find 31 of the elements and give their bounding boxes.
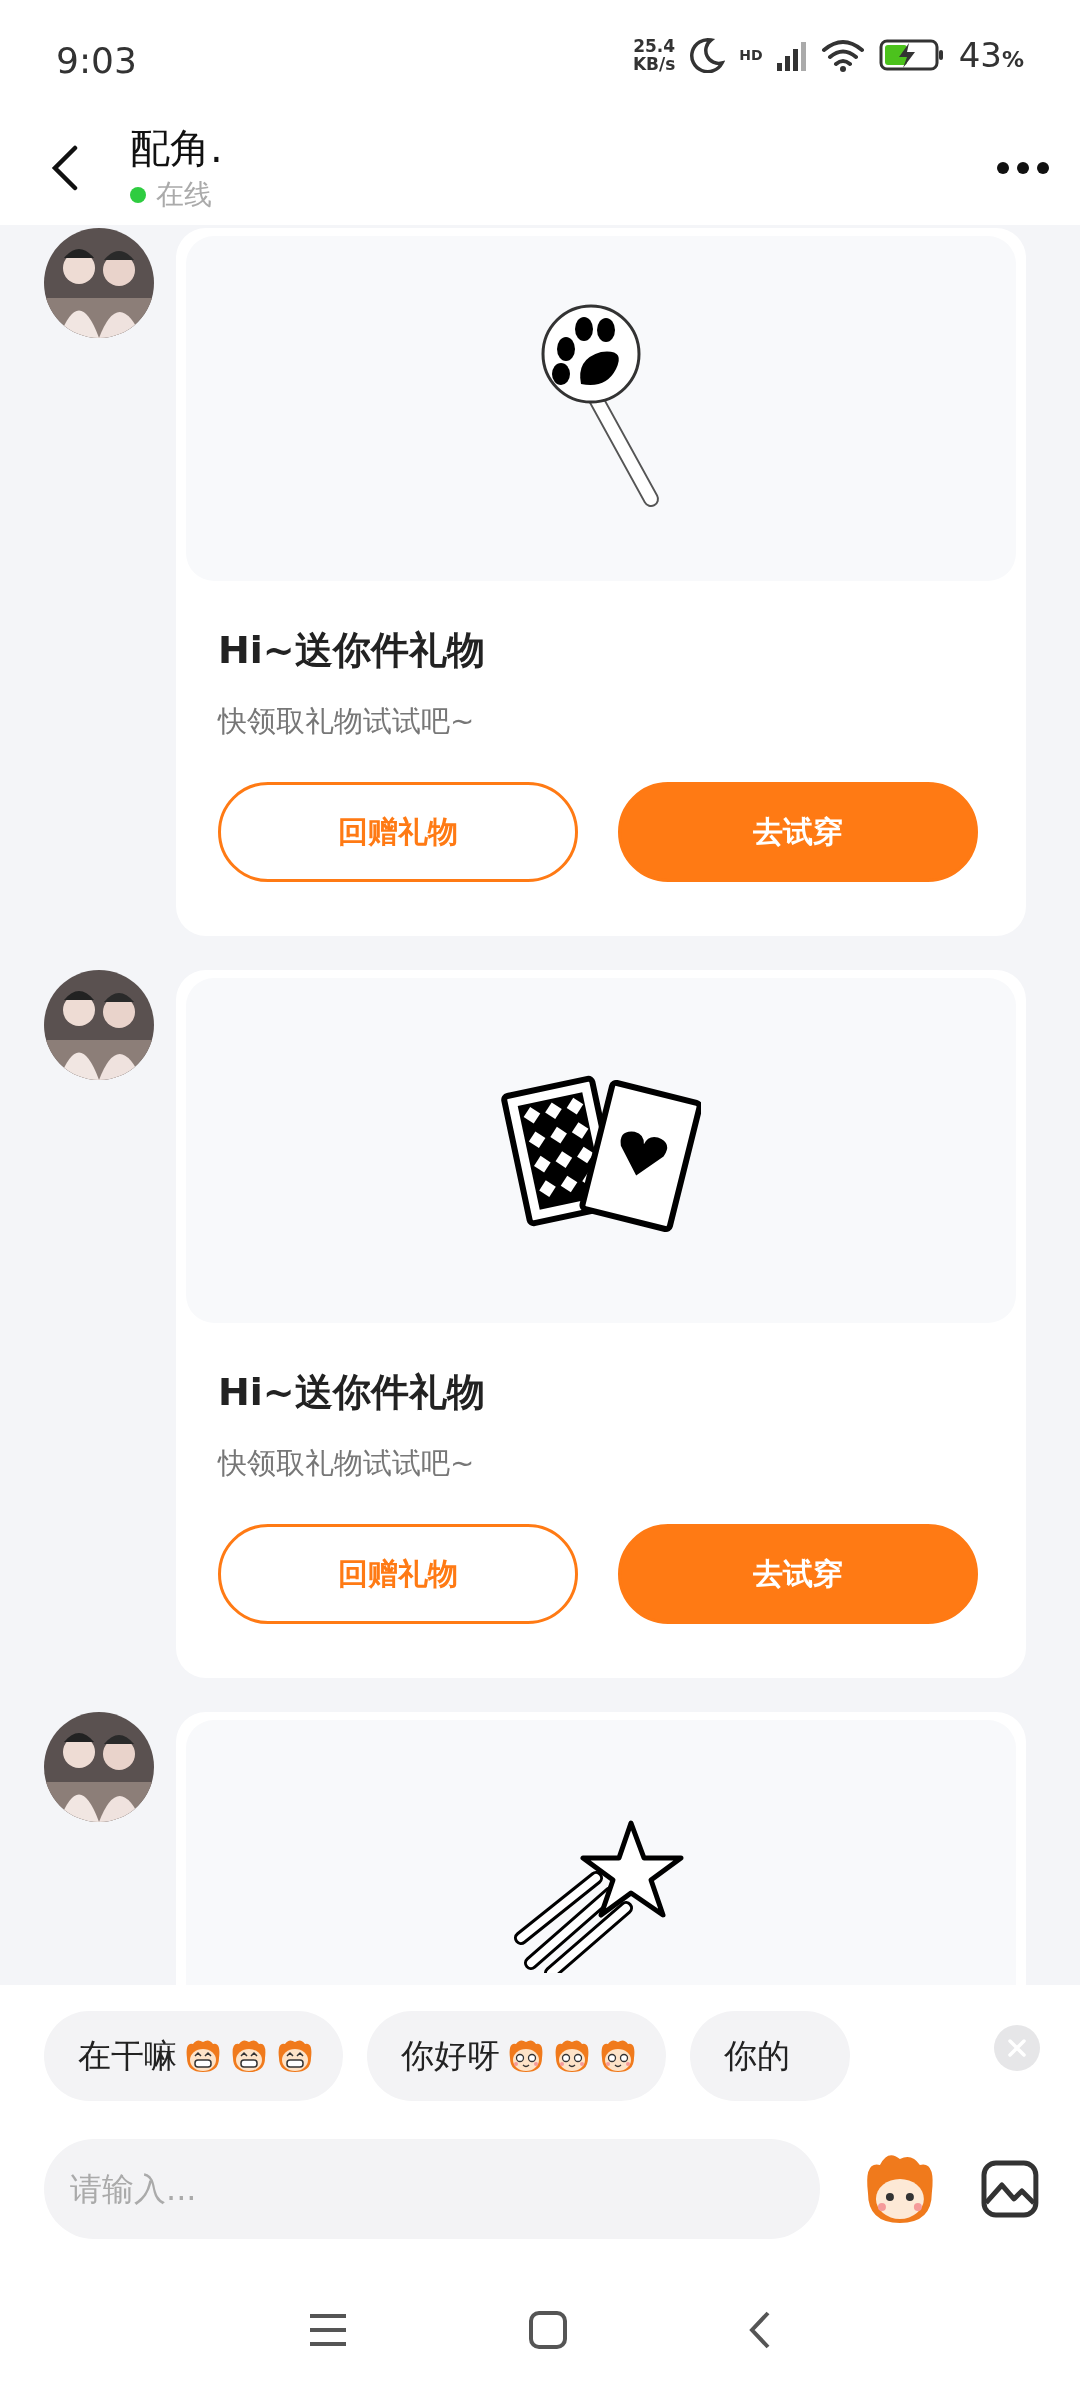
- quick-reply-chip[interactable]: 你的: [690, 2011, 850, 2101]
- battery-charging-icon: [878, 38, 945, 72]
- battery-percentage: 43: [958, 35, 1002, 75]
- chat-title: 配角.: [130, 124, 224, 173]
- back-icon[interactable]: [50, 144, 80, 191]
- network-speed: 25.4: [633, 37, 676, 55]
- gift-title: Hi~送你件礼物: [218, 627, 486, 674]
- home-icon[interactable]: [528, 2309, 568, 2350]
- gift-subtitle: 快领取礼物试试吧~: [218, 703, 476, 740]
- gift-subtitle: 快领取礼物试试吧~: [218, 1445, 476, 1482]
- online-status: 在线: [156, 177, 212, 213]
- image-icon[interactable]: [980, 2159, 1040, 2219]
- moon-icon: [689, 37, 726, 73]
- try-on-button[interactable]: 去试穿: [618, 1524, 978, 1624]
- menu-icon[interactable]: [308, 2311, 348, 2348]
- clock-time: 9:03: [56, 38, 138, 81]
- gift-title: Hi~送你件礼物: [218, 1369, 486, 1416]
- return-gift-button[interactable]: 回赠礼物: [218, 782, 578, 882]
- percent-sign: %: [1001, 47, 1024, 72]
- back-nav-icon[interactable]: [748, 2309, 772, 2350]
- quick-reply-chip[interactable]: 你好呀: [367, 2011, 666, 2101]
- network-type-label: HD: [739, 47, 763, 63]
- signal-icon: [776, 39, 807, 71]
- more-icon[interactable]: [996, 160, 1050, 175]
- quick-reply-chip[interactable]: 在干嘛: [44, 2011, 343, 2101]
- wifi-icon: [820, 38, 865, 72]
- return-gift-button[interactable]: 回赠礼物: [218, 1524, 578, 1624]
- network-speed-unit: KB/s: [632, 55, 676, 73]
- try-on-button[interactable]: 去试穿: [618, 782, 978, 882]
- close-icon: [1007, 2038, 1027, 2058]
- message-input[interactable]: 请输入...: [44, 2139, 821, 2239]
